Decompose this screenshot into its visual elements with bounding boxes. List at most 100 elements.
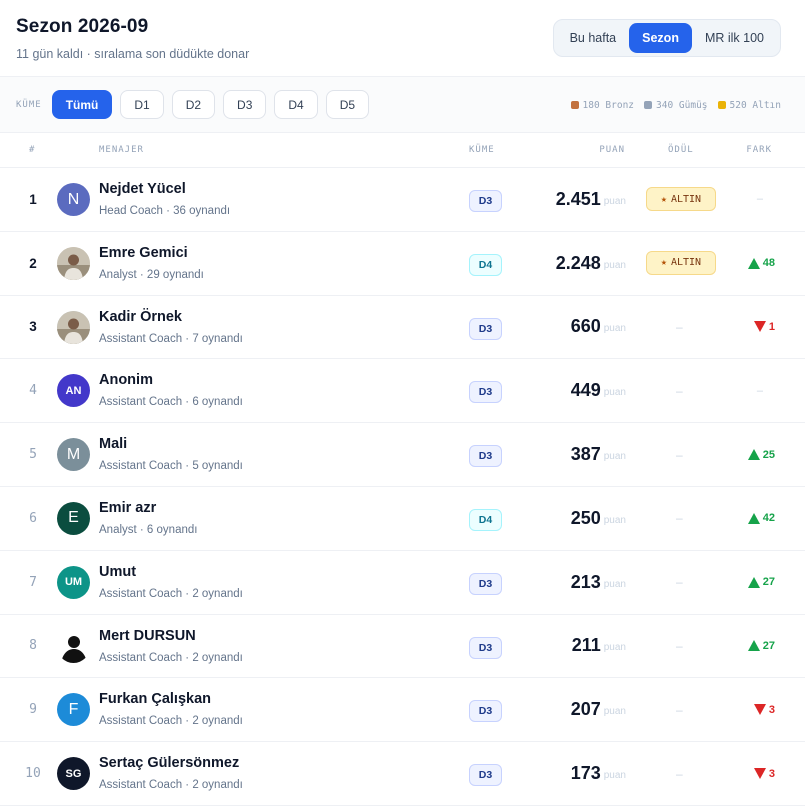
manager-name[interactable]: Kadir Örnek (99, 309, 182, 325)
league-badge: D3 (469, 700, 502, 723)
avatar[interactable]: SG (57, 757, 90, 791)
rank-change: 3 (753, 742, 775, 805)
legend-swatch (644, 101, 653, 109)
col-league: KÜME (469, 145, 495, 155)
manager-name[interactable]: Furkan Çalışkan (99, 691, 211, 707)
score-value: 207 (570, 699, 601, 720)
manager-name[interactable]: Sertaç Gülersönmez (99, 755, 239, 771)
score-unit: puan (603, 706, 626, 718)
manager-name[interactable]: Umut (99, 564, 136, 580)
legend-swatch (570, 101, 579, 109)
tab-mr-ilk-100[interactable]: MR ilk 100 (692, 23, 777, 53)
avatar[interactable]: F (57, 693, 90, 727)
score-unit: puan (603, 259, 626, 271)
avatar[interactable]: AN (57, 374, 90, 408)
award-empty: – (676, 575, 683, 590)
avatar[interactable] (57, 310, 90, 344)
table-row[interactable]: 9 F Furkan Çalışkan Assistant Coach · 2 oyn… (0, 678, 805, 743)
league-badge: D4 (469, 508, 502, 531)
star-icon: ★ (660, 193, 667, 205)
col-diff: FARK (746, 145, 772, 155)
score: 387 puan (571, 423, 626, 486)
score-value: 660 (570, 316, 601, 337)
league-badge: D3 (469, 764, 502, 787)
arrow-down-icon (753, 704, 766, 716)
chip-d2[interactable]: D2 (171, 90, 216, 119)
rank-number: 6 (29, 510, 37, 526)
chip-d4[interactable]: D4 (274, 90, 318, 119)
filter-label: KÜME (16, 99, 42, 110)
award-empty: – (676, 447, 683, 462)
rank-number: 3 (29, 319, 37, 335)
score-unit: puan (603, 514, 626, 526)
rank-change-value: 25 (762, 448, 775, 461)
league-badge: D3 (469, 317, 502, 340)
table-row[interactable]: 1 N Nejdet Yücel Head Coach · 36 oynandı D3 2… (0, 168, 805, 232)
avatar[interactable]: M (57, 438, 90, 472)
rank-number: 9 (29, 702, 37, 718)
score: 250 puan (571, 487, 626, 550)
avatar[interactable]: UM (57, 565, 90, 599)
avatar[interactable]: N (57, 183, 90, 216)
arrow-up-icon (747, 640, 760, 652)
legend-label: 520 Altın (729, 99, 781, 111)
tab-sezon[interactable]: Sezon (629, 23, 692, 53)
league-badge: D3 (469, 190, 502, 212)
avatar[interactable] (57, 629, 90, 663)
chip-tümü[interactable]: Tümü (51, 90, 113, 119)
rank-number: 2 (29, 255, 37, 271)
table-header: # MENAJER KÜME PUAN ÖDÜL FARK (0, 133, 805, 168)
manager-name[interactable]: Emre Gemici (99, 245, 188, 261)
table-row[interactable]: 6 E Emir azr Analyst · 6 oynandı D4 250 puan – 4… (0, 487, 805, 551)
table-row[interactable]: 2 Emre Gemici Analyst · 29 oynandı D4 2.248 p… (0, 232, 805, 296)
score-value: 211 (571, 635, 601, 656)
leaderboard-card: Sezon 2026-09 11 gün kaldı · sıralama so… (0, 0, 805, 807)
manager-name[interactable]: Emir azr (99, 500, 156, 516)
manager-name[interactable]: Mert DURSUN (99, 628, 196, 644)
arrow-down-icon (753, 768, 766, 780)
table-row[interactable]: 5 M Mali Assistant Coach · 5 oynandı D3 387 pu… (0, 423, 805, 487)
score: 211 puan (572, 615, 626, 678)
league-badge: D3 (469, 572, 502, 595)
rank-change-value: 27 (762, 639, 775, 652)
manager-meta: Assistant Coach · 2 oynandı (99, 779, 243, 792)
chip-d5[interactable]: D5 (325, 90, 370, 119)
score-unit: puan (603, 770, 626, 782)
score-unit: puan (603, 451, 626, 463)
score: 173 puan (571, 742, 626, 805)
arrow-up-icon (747, 449, 760, 461)
chip-d3[interactable]: D3 (223, 90, 267, 119)
score-value: 2.248 (555, 252, 601, 273)
score-value: 449 (570, 380, 601, 401)
rank-number: 4 (29, 383, 37, 399)
avatar[interactable] (57, 246, 90, 280)
award-badge: ★ ALTIN (646, 187, 716, 211)
chip-d1[interactable]: D1 (120, 90, 164, 119)
rank-change-value: 42 (762, 512, 775, 525)
table-row[interactable]: 4 AN Anonim Assistant Coach · 6 oynandı D3 44… (0, 359, 805, 424)
league-chips: Tümü D1 D2 D3 D4 D5 (51, 90, 377, 119)
col-rank: # (29, 145, 36, 155)
table-row[interactable]: 10 SG Sertaç Gülersönmez Assistant Coach · … (0, 742, 805, 806)
manager-name[interactable]: Anonim (99, 372, 153, 388)
legend-item: 180 Bronz (570, 100, 634, 111)
table-row[interactable]: 8 Mert DURSUN Assistant Coach · 2 oynandı D… (0, 615, 805, 679)
table-row[interactable]: 7 UM Umut Assistant Coach · 2 oynandı D3 213 p… (0, 551, 805, 615)
rank-change: 42 (747, 487, 775, 550)
rank-change: 48 (747, 232, 775, 295)
avatar[interactable]: E (57, 501, 90, 535)
arrow-down-icon (753, 321, 766, 333)
score: 449 puan (571, 359, 626, 422)
rank-change: – (756, 193, 763, 206)
table-row[interactable]: 3 Kadir Örnek Assistant Coach · 7 oynandı D… (0, 296, 805, 360)
award-empty: – (676, 383, 683, 398)
manager-meta: Analyst · 29 oynandı (99, 268, 204, 281)
manager-name[interactable]: Mali (99, 436, 127, 452)
tab-bu-hafta[interactable]: Bu hafta (557, 23, 630, 53)
arrow-up-icon (747, 576, 760, 588)
col-points: PUAN (599, 145, 625, 155)
legend-item: 520 Altın (717, 99, 781, 111)
manager-meta: Assistant Coach · 2 oynandı (99, 715, 243, 728)
manager-name[interactable]: Nejdet Yücel (99, 181, 186, 197)
rank-change: 1 (753, 296, 775, 359)
